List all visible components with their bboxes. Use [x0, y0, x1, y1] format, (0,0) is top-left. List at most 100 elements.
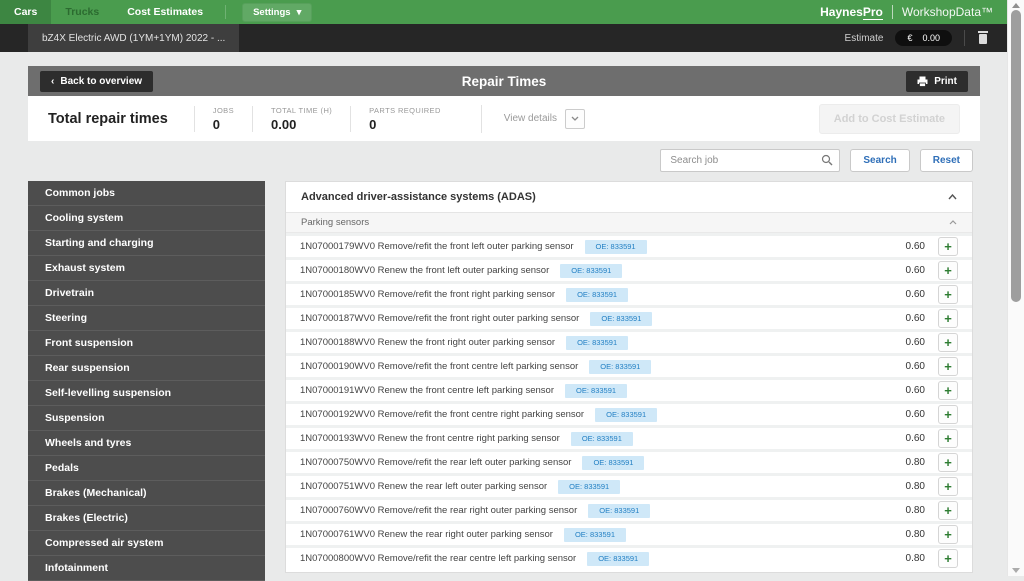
oe-badge[interactable]: OE: 833591 [582, 456, 644, 470]
estimate-currency: € [907, 33, 912, 43]
nav-divider [225, 5, 226, 19]
table-row: 1N07000750WV0 Remove/refit the rear left… [286, 452, 972, 473]
add-job-button[interactable]: + [938, 333, 958, 352]
table-row: 1N07000179WV0 Remove/refit the front lef… [286, 236, 972, 257]
brand-pro: Pro [863, 5, 883, 20]
scrollbar-thumb[interactable] [1011, 10, 1021, 302]
add-job-button[interactable]: + [938, 357, 958, 376]
table-row: 1N07000187WV0 Remove/refit the front rig… [286, 308, 972, 329]
sidebar-item[interactable]: Compressed air system [28, 531, 265, 556]
page-container: ‹ Back to overview Repair Times Print To… [28, 66, 980, 581]
sidebar-item[interactable]: Brakes (Mechanical) [28, 481, 265, 506]
oe-badge[interactable]: OE: 833591 [571, 432, 633, 446]
sidebar-item[interactable]: Pedals [28, 456, 265, 481]
sidebar-item[interactable]: Rear suspension [28, 356, 265, 381]
table-row: 1N07000185WV0 Remove/refit the front rig… [286, 284, 972, 305]
table-row: 1N07000800WV0 Remove/refit the rear cent… [286, 548, 972, 569]
sidebar-item[interactable]: Suspension [28, 406, 265, 431]
search-input[interactable] [660, 149, 840, 172]
oe-badge[interactable]: OE: 833591 [590, 312, 652, 326]
settings-button[interactable]: Settings ▾ [242, 3, 312, 22]
add-job-button[interactable]: + [938, 309, 958, 328]
search-icon [821, 154, 833, 166]
sidebar-item[interactable]: Drivetrain [28, 281, 265, 306]
add-job-button[interactable]: + [938, 501, 958, 520]
add-job-button[interactable]: + [938, 453, 958, 472]
sidebar-item[interactable]: Exhaust system [28, 256, 265, 281]
add-job-button[interactable]: + [938, 477, 958, 496]
table-row: 1N07000188WV0 Renew the front right oute… [286, 332, 972, 353]
reset-button[interactable]: Reset [920, 149, 973, 172]
scroll-down-icon[interactable] [1012, 568, 1020, 573]
job-description: 1N07000179WV0 Remove/refit the front lef… [300, 241, 574, 252]
plus-icon: + [944, 455, 952, 470]
scroll-up-icon[interactable] [1012, 3, 1020, 8]
settings-label: Settings [253, 7, 290, 18]
sidebar-item[interactable]: Self-levelling suspension [28, 381, 265, 406]
stat-total-time-label: TOTAL TIME (H) [271, 106, 332, 115]
sidebar-item[interactable]: Cooling system [28, 206, 265, 231]
job-description: 1N07000760WV0 Remove/refit the rear righ… [300, 505, 577, 516]
add-job-button[interactable]: + [938, 525, 958, 544]
nav-tab-trucks[interactable]: Trucks [51, 0, 113, 24]
print-button[interactable]: Print [906, 71, 968, 92]
oe-badge[interactable]: OE: 833591 [589, 360, 651, 374]
chevron-down-icon: ▾ [297, 7, 302, 18]
nav-tab-cost-estimates[interactable]: Cost Estimates [113, 0, 217, 24]
sidebar-item[interactable]: Common jobs [28, 181, 265, 206]
sidebar-item[interactable]: Starting and charging [28, 231, 265, 256]
section-header-adas[interactable]: Advanced driver-assistance systems (ADAS… [286, 182, 972, 213]
add-job-button[interactable]: + [938, 381, 958, 400]
oe-badge[interactable]: OE: 833591 [566, 336, 628, 350]
oe-badge[interactable]: OE: 833591 [595, 408, 657, 422]
sidebar-item[interactable]: Infotainment [28, 556, 265, 581]
oe-badge[interactable]: OE: 833591 [585, 240, 647, 254]
add-to-cost-estimate-button[interactable]: Add to Cost Estimate [819, 104, 960, 134]
table-row: 1N07000761WV0 Renew the rear right outer… [286, 524, 972, 545]
add-job-button[interactable]: + [938, 237, 958, 256]
search-button[interactable]: Search [850, 149, 909, 172]
sidebar-item[interactable]: Front suspension [28, 331, 265, 356]
oe-badge[interactable]: OE: 833591 [564, 528, 626, 542]
oe-badge[interactable]: OE: 833591 [560, 264, 622, 278]
oe-badge[interactable]: OE: 833591 [565, 384, 627, 398]
add-job-button[interactable]: + [938, 285, 958, 304]
trash-icon[interactable] [977, 31, 989, 45]
job-description: 1N07000800WV0 Remove/refit the rear cent… [300, 553, 576, 564]
printer-icon [917, 76, 928, 87]
table-row: 1N07000192WV0 Remove/refit the front cen… [286, 404, 972, 425]
nav-tab-cars[interactable]: Cars [0, 0, 51, 24]
repair-time-value: 0.60 [906, 433, 925, 444]
stat-jobs-value: 0 [213, 117, 234, 132]
oe-badge[interactable]: OE: 833591 [588, 504, 650, 518]
oe-badge[interactable]: OE: 833591 [558, 480, 620, 494]
back-to-overview-button[interactable]: ‹ Back to overview [40, 71, 153, 92]
chevron-left-icon: ‹ [51, 76, 54, 87]
estimate-total-pill[interactable]: € 0.00 [895, 30, 952, 46]
add-job-button[interactable]: + [938, 261, 958, 280]
repair-time-value: 0.60 [906, 409, 925, 420]
view-details: View details [481, 105, 585, 133]
vehicle-tab[interactable]: bZ4X Electric AWD (1YM+1YM) 2022 - ... [28, 24, 239, 52]
add-job-button[interactable]: + [938, 405, 958, 424]
brand-haynes: Haynes [820, 5, 863, 19]
plus-icon: + [944, 407, 952, 422]
repair-rows: 1N07000179WV0 Remove/refit the front lef… [286, 233, 972, 569]
sidebar-item[interactable]: Steering [28, 306, 265, 331]
add-job-button[interactable]: + [938, 429, 958, 448]
sidebar-item[interactable]: Wheels and tyres [28, 431, 265, 456]
subsection-header-parking-sensors[interactable]: Parking sensors [286, 213, 972, 233]
oe-badge[interactable]: OE: 833591 [566, 288, 628, 302]
job-description: 1N07000185WV0 Remove/refit the front rig… [300, 289, 555, 300]
plus-icon: + [944, 263, 952, 278]
add-job-button[interactable]: + [938, 549, 958, 568]
repair-time-value: 0.60 [906, 361, 925, 372]
plus-icon: + [944, 431, 952, 446]
plus-icon: + [944, 503, 952, 518]
oe-badge[interactable]: OE: 833591 [587, 552, 649, 566]
vertical-scrollbar[interactable] [1007, 0, 1024, 576]
job-description: 1N07000180WV0 Renew the front left outer… [300, 265, 549, 276]
table-row: 1N07000190WV0 Remove/refit the front cen… [286, 356, 972, 377]
sidebar-item[interactable]: Brakes (Electric) [28, 506, 265, 531]
view-details-dropdown[interactable] [565, 109, 585, 129]
